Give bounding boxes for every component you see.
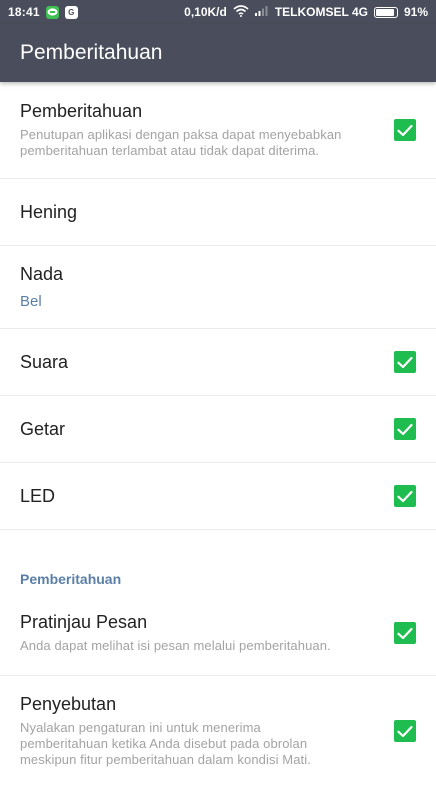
checkbox-vibrate[interactable] <box>394 418 416 440</box>
setting-title: Getar <box>20 418 66 439</box>
carrier-label: TELKOMSEL 4G <box>274 5 368 19</box>
settings-list: Pemberitahuan Penutupan aplikasi dengan … <box>0 82 436 786</box>
setting-title: Penyebutan <box>20 694 117 714</box>
checkbox-sound[interactable] <box>394 351 416 373</box>
checkbox-mention[interactable] <box>394 720 416 742</box>
section-header: Pemberitahuan <box>20 571 122 587</box>
app-bar: Pemberitahuan <box>0 24 436 82</box>
line-icon <box>45 5 59 19</box>
setting-description: Anda dapat melihat isi pesan melalui pem… <box>20 638 331 653</box>
setting-title: Pemberitahuan <box>20 101 143 121</box>
setting-sound[interactable]: Suara <box>0 329 436 396</box>
setting-message-preview[interactable]: Pratinjau Pesan Anda dapat melihat isi p… <box>0 587 436 676</box>
setting-title: LED <box>20 485 56 506</box>
setting-description: Nyalakan pengaturan ini untuk menerima p… <box>20 720 311 767</box>
setting-vibrate[interactable]: Getar <box>0 396 436 463</box>
setting-title: Hening <box>20 201 78 222</box>
setting-silent[interactable]: Hening <box>0 179 436 246</box>
net-speed: 0,10K/d <box>184 5 227 19</box>
setting-value: Bel <box>20 293 42 310</box>
signal-icon <box>254 5 269 19</box>
battery-icon <box>373 6 398 18</box>
setting-notifications[interactable]: Pemberitahuan Penutupan aplikasi dengan … <box>0 82 436 179</box>
checkbox-led[interactable] <box>394 485 416 507</box>
status-bar: 18:41 G 0,10K/d TELKOMSEL 4G 91% <box>0 0 436 24</box>
g-icon: G <box>64 5 78 19</box>
status-time: 18:41 <box>8 5 40 19</box>
setting-led[interactable]: LED <box>0 463 436 530</box>
setting-title: Pratinjau Pesan <box>20 612 148 632</box>
setting-title: Suara <box>20 351 69 372</box>
setting-tone[interactable]: Nada Bel <box>0 246 436 329</box>
setting-description: Penutupan aplikasi dengan paksa dapat me… <box>20 127 342 158</box>
checkbox-notifications[interactable] <box>394 119 416 141</box>
checkbox-message-preview[interactable] <box>394 622 416 644</box>
battery-percent: 91% <box>403 5 428 19</box>
setting-title: Nada <box>20 264 64 284</box>
wifi-icon <box>233 4 249 20</box>
setting-mention[interactable]: Penyebutan Nyalakan pengaturan ini untuk… <box>0 676 436 786</box>
page-title: Pemberitahuan <box>20 41 163 64</box>
